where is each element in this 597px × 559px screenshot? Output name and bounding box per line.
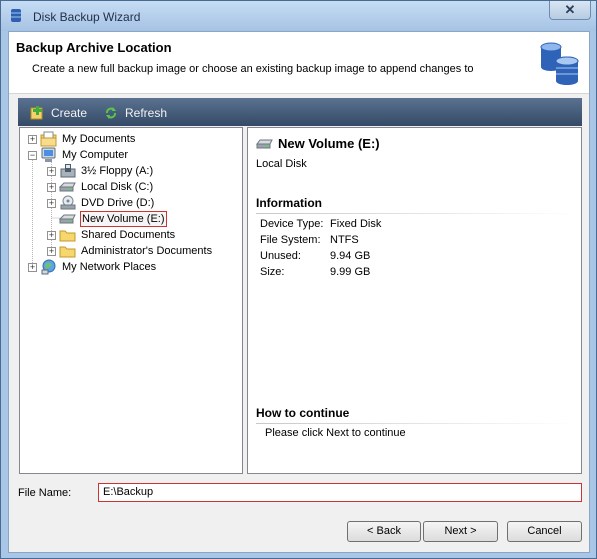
dvd-drive-icon [60, 195, 76, 210]
expand-toggle[interactable]: + [47, 199, 56, 208]
close-icon: ✕ [564, 2, 576, 17]
tree-item-label: Shared Documents [81, 229, 176, 241]
info-value: Fixed Disk [330, 218, 382, 230]
folder-icon [59, 246, 76, 258]
hard-disk-icon [59, 214, 76, 224]
page-title: Backup Archive Location [16, 40, 172, 55]
divider [256, 213, 576, 214]
tree-item-administrators-documents[interactable]: + Administrator's Documents [47, 243, 242, 259]
toolbar: Create Refresh [18, 98, 582, 126]
tree-item-label-selected: New Volume (E:) [80, 211, 167, 227]
info-key: File System: [260, 234, 321, 246]
info-key: Size: [260, 266, 285, 278]
tree-item-my-network-places[interactable]: + My Network Places [28, 259, 238, 275]
location-tree[interactable]: + My Documents − My Computer + 3½ Floppy… [19, 127, 243, 474]
page-subtitle: Create a new full backup image or choose… [32, 63, 474, 75]
tree-item-label: DVD Drive (D:) [81, 197, 155, 209]
tree-item-floppy-a[interactable]: + 3½ Floppy (A:) [47, 163, 237, 179]
expand-toggle[interactable]: + [47, 247, 56, 256]
folder-icon [59, 230, 76, 242]
wizard-window: Disk Backup Wizard ✕ Backup Archive Loca… [0, 0, 597, 559]
expand-toggle[interactable]: + [28, 263, 37, 272]
expand-toggle[interactable]: + [47, 183, 56, 192]
tree-item-label: 3½ Floppy (A:) [81, 165, 154, 177]
create-button[interactable]: Create [30, 105, 94, 121]
tree-item-shared-documents[interactable]: + Shared Documents [47, 227, 237, 243]
info-key: Unused: [260, 250, 301, 262]
back-button[interactable]: < Back [347, 521, 421, 542]
volume-title: New Volume (E:) [278, 136, 380, 151]
info-value: 9.94 GB [330, 250, 371, 262]
detail-panel: New Volume (E:) Local Disk Information D… [247, 127, 582, 474]
refresh-button[interactable]: Refresh [104, 105, 176, 121]
wizard-header: Backup Archive Location Create a new ful… [9, 32, 589, 94]
tree-item-new-volume-e[interactable]: New Volume (E:) [47, 211, 237, 227]
tree-item-label: My Computer [62, 149, 129, 161]
create-label: Create [51, 106, 88, 120]
close-button[interactable]: ✕ [549, 1, 591, 20]
file-name-label: File Name: [18, 487, 72, 499]
database-icon [540, 42, 579, 85]
how-to-continue-heading: How to continue [256, 406, 350, 420]
file-name-input[interactable]: E:\Backup [98, 483, 582, 502]
network-icon [41, 259, 56, 275]
refresh-icon [106, 107, 116, 119]
window-title: Disk Backup Wizard [33, 10, 141, 24]
next-button[interactable]: Next > [423, 521, 498, 542]
app-database-icon [11, 9, 21, 22]
tree-item-my-computer[interactable]: − My Computer [28, 147, 238, 163]
refresh-label: Refresh [125, 106, 168, 120]
continue-instructions: Please click Next to continue [265, 427, 406, 439]
volume-type: Local Disk [256, 158, 307, 170]
tree-item-label: My Documents [62, 133, 136, 145]
expand-toggle[interactable]: + [28, 135, 37, 144]
create-icon [30, 106, 43, 120]
tree-item-label: Local Disk (C:) [81, 181, 154, 193]
hard-disk-icon [256, 139, 273, 149]
collapse-toggle[interactable]: − [28, 151, 37, 160]
tree-item-label: My Network Places [62, 261, 157, 273]
divider [256, 423, 576, 424]
info-value: NTFS [330, 234, 359, 246]
computer-icon [41, 147, 56, 162]
title-bar[interactable]: Disk Backup Wizard ✕ [1, 1, 596, 31]
info-key: Device Type: [260, 218, 324, 230]
tree-item-my-documents[interactable]: + My Documents [28, 131, 238, 147]
expand-toggle[interactable]: + [47, 231, 56, 240]
tree-item-local-disk-c[interactable]: + Local Disk (C:) [47, 179, 237, 195]
information-heading: Information [256, 196, 322, 210]
info-value: 9.99 GB [330, 266, 371, 278]
floppy-drive-icon [60, 164, 76, 178]
hard-disk-icon [59, 182, 76, 192]
wizard-body: Backup Archive Location Create a new ful… [8, 31, 590, 553]
documents-folder-icon [40, 131, 57, 147]
tree-item-label: Administrator's Documents [81, 245, 213, 257]
tree-item-dvd-d[interactable]: + DVD Drive (D:) [47, 195, 237, 211]
expand-toggle[interactable]: + [47, 167, 56, 176]
cancel-button[interactable]: Cancel [507, 521, 582, 542]
